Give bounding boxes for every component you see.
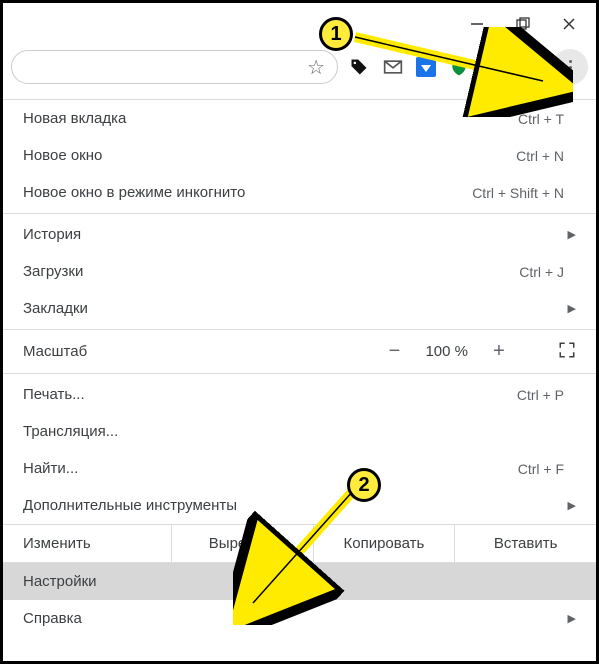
separator bbox=[3, 213, 596, 214]
menu-find[interactable]: Найти... Ctrl + F bbox=[3, 450, 596, 487]
menu-item-shortcut: Ctrl + N bbox=[516, 148, 564, 164]
menu-item-shortcut: Ctrl + Shift + N bbox=[472, 185, 564, 201]
menu-item-label: Трансляция... bbox=[23, 423, 576, 440]
menu-item-label: История bbox=[23, 226, 562, 243]
menu-item-label: Печать... bbox=[23, 386, 517, 403]
menu-print[interactable]: Печать... Ctrl + P bbox=[3, 376, 596, 413]
menu-new-window[interactable]: Новое окно Ctrl + N bbox=[3, 137, 596, 174]
menu-item-shortcut: Ctrl + F bbox=[518, 461, 564, 477]
menu-zoom: Масштаб − 100 % + bbox=[3, 332, 596, 371]
menu-item-label: Закладки bbox=[23, 300, 562, 317]
menu-item-label: Найти... bbox=[23, 460, 518, 477]
menu-item-label: Новое окно bbox=[23, 147, 516, 164]
separator bbox=[3, 373, 596, 374]
edit-label: Изменить bbox=[3, 525, 172, 562]
menu-item-label: Новое окно в режиме инкогнито bbox=[23, 184, 472, 201]
menu-downloads[interactable]: Загрузки Ctrl + J bbox=[3, 253, 596, 290]
annotation-marker-1: 1 bbox=[319, 17, 353, 51]
annotation-arrow-1 bbox=[343, 27, 573, 117]
chevron-right-icon: ▶ bbox=[568, 499, 576, 512]
zoom-label: Масштаб bbox=[23, 343, 385, 360]
menu-history[interactable]: История ▶ bbox=[3, 216, 596, 253]
bookmark-star-icon[interactable]: ☆ bbox=[307, 55, 325, 80]
annotation-arrow-2 bbox=[233, 485, 383, 625]
chevron-right-icon: ▶ bbox=[568, 612, 576, 625]
menu-item-shortcut: Ctrl + P bbox=[517, 387, 564, 403]
menu-item-shortcut: Ctrl + J bbox=[519, 264, 564, 280]
separator bbox=[3, 329, 596, 330]
chevron-right-icon: ▶ bbox=[568, 302, 576, 315]
annotation-marker-2: 2 bbox=[347, 468, 381, 502]
menu-item-label: Загрузки bbox=[23, 263, 519, 280]
menu-bookmarks[interactable]: Закладки ▶ bbox=[3, 290, 596, 327]
menu-cast[interactable]: Трансляция... bbox=[3, 413, 596, 450]
fullscreen-icon[interactable] bbox=[558, 341, 576, 363]
address-bar[interactable]: ☆ bbox=[11, 50, 338, 84]
menu-incognito[interactable]: Новое окно в режиме инкогнито Ctrl + Shi… bbox=[3, 174, 596, 211]
chevron-right-icon: ▶ bbox=[568, 228, 576, 241]
paste-button[interactable]: Вставить bbox=[455, 525, 596, 562]
zoom-out-button[interactable]: − bbox=[385, 340, 403, 363]
zoom-in-button[interactable]: + bbox=[490, 340, 508, 363]
zoom-value: 100 % bbox=[425, 343, 468, 360]
